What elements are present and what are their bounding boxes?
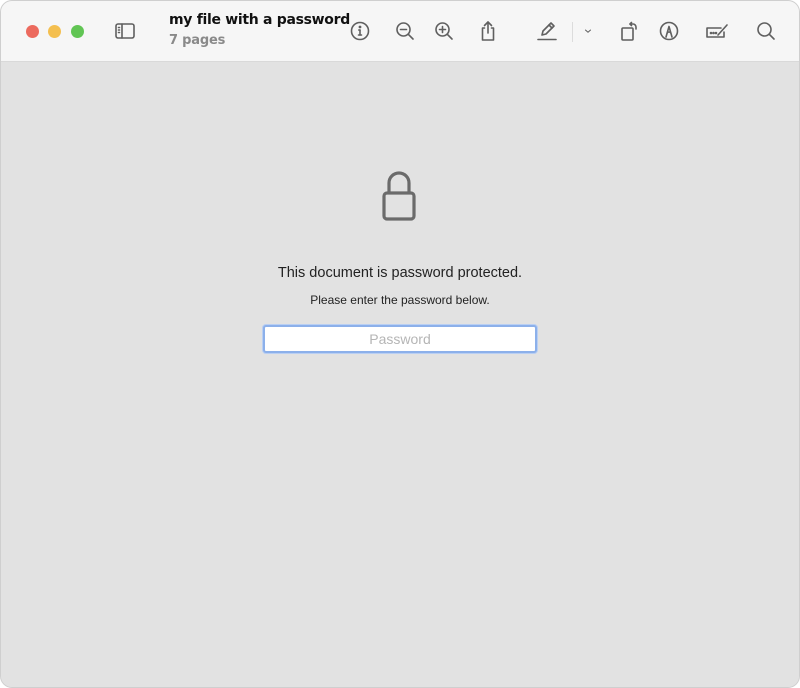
rotate-button[interactable]	[616, 18, 642, 44]
zoom-out-icon	[396, 22, 414, 40]
sidebar-toggle-icon	[115, 23, 135, 39]
share-icon	[481, 21, 495, 41]
toolbar-divider	[572, 22, 573, 42]
markup-icon	[659, 21, 679, 41]
zoom-in-button[interactable]	[431, 18, 457, 44]
toolbar: my file with a password 7 pages	[1, 1, 799, 62]
page-count: 7 pages	[169, 33, 226, 48]
info-icon	[350, 21, 370, 41]
chevron-down-icon	[584, 29, 592, 33]
signature-icon	[706, 24, 728, 38]
minimize-button[interactable]	[48, 25, 61, 38]
markup-button[interactable]	[656, 18, 682, 44]
close-button[interactable]	[26, 25, 39, 38]
signature-button[interactable]	[702, 18, 732, 44]
zoom-out-button[interactable]	[392, 18, 418, 44]
highlight-button[interactable]	[534, 18, 560, 44]
rotate-icon	[621, 21, 637, 41]
document-title: my file with a password	[169, 12, 350, 28]
password-protected-message: This document is password protected.	[277, 265, 523, 281]
search-icon	[757, 22, 775, 40]
maximize-button[interactable]	[71, 25, 84, 38]
share-button[interactable]	[475, 18, 501, 44]
document-area	[1, 62, 799, 687]
highlight-options-button[interactable]	[575, 18, 601, 44]
highlight-pen-icon	[537, 22, 557, 41]
info-button[interactable]	[347, 18, 373, 44]
search-button[interactable]	[753, 18, 779, 44]
zoom-in-icon	[435, 22, 453, 40]
sidebar-toggle-button[interactable]	[112, 18, 138, 44]
password-instruction: Please enter the password below.	[310, 293, 490, 307]
lock-icon	[379, 169, 419, 223]
preview-window: my file with a password 7 pages This doc…	[0, 0, 800, 688]
password-input[interactable]	[263, 325, 537, 353]
